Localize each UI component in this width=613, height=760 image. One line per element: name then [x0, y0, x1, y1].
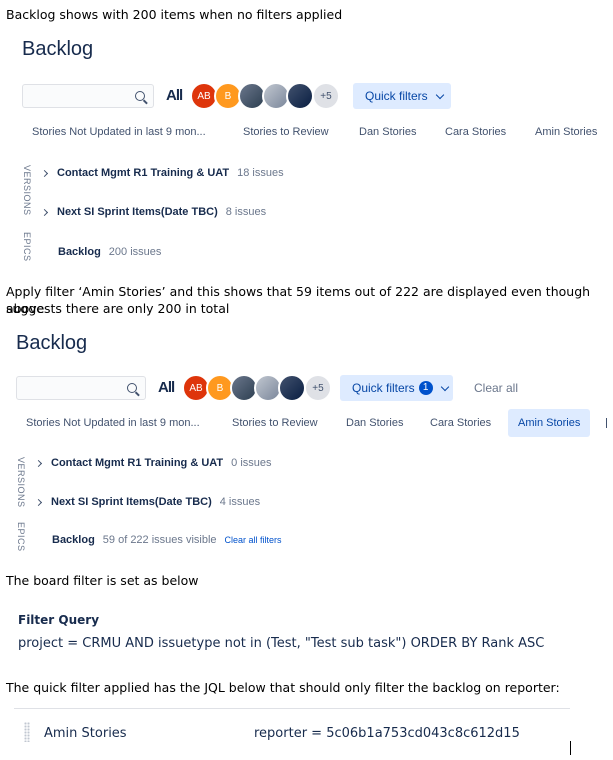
tab-cara-stories[interactable]: Cara Stories	[430, 417, 491, 429]
issue-count: 4 issues	[219, 496, 261, 508]
sprint-name: Next SI Sprint Items(Date TBC)	[51, 496, 212, 508]
issue-count: 200 issues	[108, 246, 162, 258]
chevron-right-icon[interactable]	[34, 498, 43, 506]
search-icon	[135, 91, 145, 101]
epics-panel-toggle[interactable]: EPICS	[16, 522, 26, 552]
quick-filters-button[interactable]: Quick filters	[353, 83, 451, 109]
tab-amin-stories[interactable]: Amin Stories	[535, 126, 597, 138]
chevron-down-icon	[440, 382, 449, 391]
tab-stories-not-updated[interactable]: Stories Not Updated in last 9 mon...	[26, 417, 200, 429]
epics-panel-toggle[interactable]: EPICS	[22, 232, 32, 262]
chevron-right-icon[interactable]	[40, 208, 49, 216]
quick-filters-count-badge: 1	[418, 381, 433, 395]
more-avatars-badge[interactable]: +5	[304, 374, 332, 402]
backlog-row[interactable]: Backlog 59 of 222 issues visible Clear a…	[52, 534, 282, 546]
quick-filters-label: Quick filters	[352, 381, 415, 395]
clear-all-link[interactable]: Clear all	[474, 381, 518, 395]
issue-count: 18 issues	[237, 167, 284, 179]
search-icon	[127, 383, 137, 393]
quick-filter-name: Amin Stories	[44, 726, 127, 741]
all-users-filter[interactable]: All	[166, 87, 183, 104]
sprint-name: Next SI Sprint Items(Date TBC)	[57, 206, 218, 218]
versions-panel-toggle[interactable]: VERSIONS	[16, 457, 26, 508]
tab-amin-stories-active[interactable]: Amin Stories	[508, 409, 591, 437]
page-title: Backlog	[22, 38, 94, 60]
filter-query-text: project = CRMU AND issuetype not in (Tes…	[18, 636, 545, 651]
drag-handle-icon[interactable]	[24, 722, 30, 742]
quick-filters-label: Quick filters	[365, 89, 428, 103]
caption-4: The quick filter applied has the JQL bel…	[6, 680, 560, 695]
tab-cara-stories[interactable]: Cara Stories	[445, 126, 506, 138]
sprint-row[interactable]: Next SI Sprint Items(Date TBC) 4 issues	[34, 496, 261, 508]
backlog-name: Backlog	[52, 534, 95, 546]
caption-2-line-2: suggests there are only 200 in total	[6, 301, 230, 316]
sprint-row[interactable]: Contact Mgmt R1 Training & UAT 18 issues	[40, 167, 284, 179]
row-divider	[14, 708, 570, 709]
caption-3: The board filter is set as below	[6, 573, 199, 588]
sprint-name: Contact Mgmt R1 Training & UAT	[51, 457, 224, 469]
sprint-row[interactable]: Contact Mgmt R1 Training & UAT 0 issues	[34, 457, 272, 469]
issue-count: 0 issues	[231, 457, 272, 469]
all-users-filter[interactable]: All	[158, 379, 175, 396]
tab-stories-to-review[interactable]: Stories to Review	[243, 126, 329, 138]
filter-query-heading: Filter Query	[18, 613, 100, 627]
backlog-row[interactable]: Backlog 200 issues	[58, 246, 161, 258]
clear-all-filters-link[interactable]: Clear all filters	[225, 535, 282, 545]
quick-filters-button[interactable]: Quick filters 1	[340, 375, 453, 401]
page-title: Backlog	[16, 332, 88, 354]
avatar[interactable]	[286, 82, 314, 110]
tab-overflow-edge	[606, 418, 607, 428]
search-input[interactable]	[22, 84, 154, 108]
chevron-down-icon	[435, 90, 444, 99]
tab-dan-stories[interactable]: Dan Stories	[359, 126, 416, 138]
caption-1: Backlog shows with 200 items when no fil…	[6, 7, 343, 22]
avatar[interactable]	[278, 374, 306, 402]
sprint-row[interactable]: Next SI Sprint Items(Date TBC) 8 issues	[40, 206, 267, 218]
quick-filter-jql: reporter = 5c06b1a753cd043c8c612d15	[254, 726, 520, 741]
chevron-right-icon[interactable]	[34, 459, 43, 467]
more-avatars-badge[interactable]: +5	[312, 82, 340, 110]
tab-stories-to-review[interactable]: Stories to Review	[232, 417, 318, 429]
versions-panel-toggle[interactable]: VERSIONS	[22, 165, 32, 216]
search-input[interactable]	[16, 376, 146, 400]
issue-count: 8 issues	[225, 206, 267, 218]
sprint-name: Contact Mgmt R1 Training & UAT	[57, 167, 230, 179]
chevron-right-icon[interactable]	[40, 169, 49, 177]
issue-count: 59 of 222 issues visible	[102, 534, 217, 546]
tab-stories-not-updated[interactable]: Stories Not Updated in last 9 mon...	[32, 126, 206, 138]
tab-dan-stories[interactable]: Dan Stories	[346, 417, 403, 429]
backlog-name: Backlog	[58, 246, 101, 258]
text-cursor	[570, 741, 571, 755]
